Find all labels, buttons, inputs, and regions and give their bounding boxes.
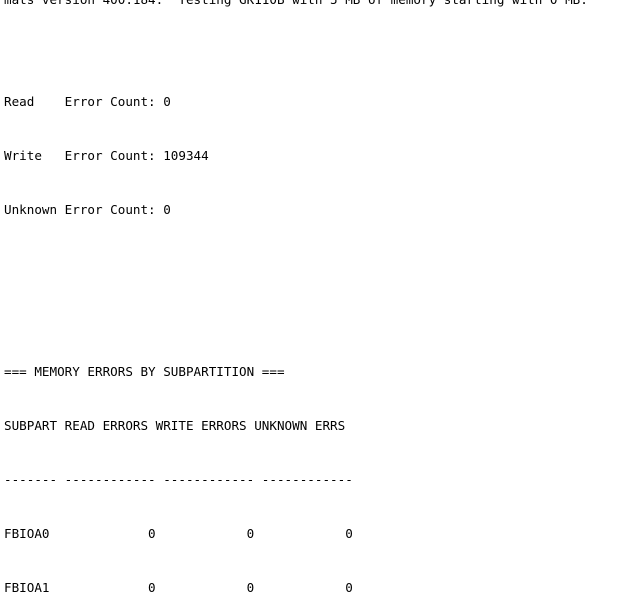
output-line: ------- ------------ ------------ ------… [4, 472, 353, 487]
output-line: SUBPART READ ERRORS WRITE ERRORS UNKNOWN… [4, 418, 346, 433]
output-line: Read Error Count: 0 [4, 94, 171, 109]
output-line: Unknown Error Count: 0 [4, 202, 171, 217]
terminal-output[interactable]: mats version 400.184. Testing GK110B wit… [0, 0, 626, 606]
output-line: === MEMORY ERRORS BY SUBPARTITION === [4, 364, 285, 379]
terminal-text-body: Read Error Count: 0 Write Error Count: 1… [4, 3, 497, 606]
output-line: FBIOA0 0 0 0 [4, 526, 353, 541]
output-line: Write Error Count: 109344 [4, 148, 209, 163]
output-line: FBIOA1 0 0 0 [4, 580, 353, 595]
